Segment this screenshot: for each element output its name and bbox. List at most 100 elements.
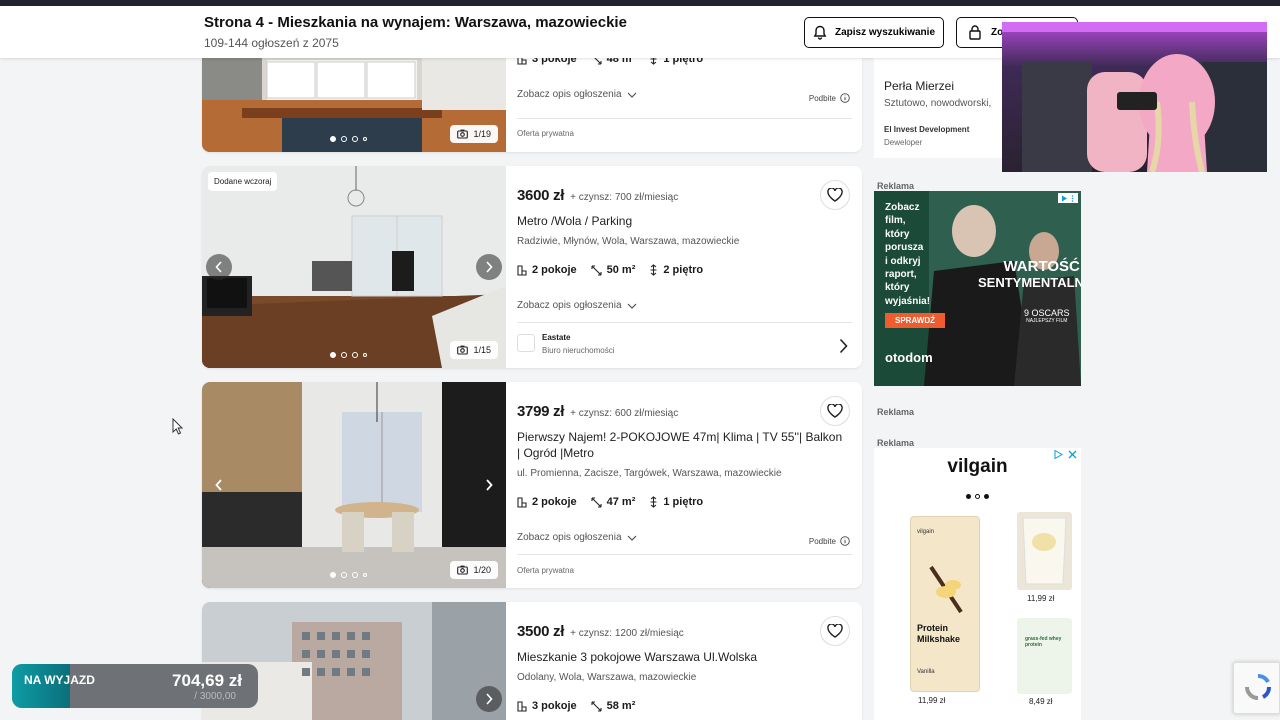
- save-search-label: Zapisz wyszukiwanie: [834, 27, 936, 38]
- photo-counter: 1/19: [450, 125, 498, 143]
- rooms-value: 3 pokoje: [532, 700, 577, 712]
- listing-card[interactable]: 1/20 3799 zł + czynsz: 600 zł/miesiąc Pie…: [202, 382, 862, 588]
- ad-label: Reklama: [877, 181, 915, 191]
- ad-label: Reklama: [877, 438, 915, 448]
- offer-type: Oferta prywatna: [517, 566, 574, 575]
- listing-price: 3799 zł + czynsz: 600 zł/miesiąc: [517, 403, 679, 420]
- listing-title[interactable]: Metro /Wola / Parking: [517, 213, 847, 229]
- kitchen-photo: [202, 382, 506, 588]
- chevron-left-icon: [215, 479, 222, 491]
- chevron-right-icon: [486, 261, 493, 273]
- movie-ad-cta-button[interactable]: SPRAWDŹ: [885, 313, 945, 328]
- rooms-icon: [517, 700, 527, 712]
- ad-choices-icon[interactable]: [1058, 193, 1078, 203]
- listing-rent: + czynsz: 700 zł/miesiąc: [570, 192, 679, 203]
- listing-card[interactable]: Dodane wczoraj 1/15 3600 zł + czynsz: 700…: [202, 166, 862, 368]
- results-count: 109-144 ogłoszeń z 2075: [204, 36, 339, 50]
- listing-info: 3600 zł + czynsz: 700 zł/miesiąc Metro /W…: [517, 166, 852, 368]
- developer-company: El Invest Development: [884, 125, 970, 134]
- carousel-dots[interactable]: [966, 494, 989, 499]
- vilgain-ad-banner[interactable]: vilgain vilgain Protein Milkshake Vanill…: [874, 448, 1081, 720]
- listing-rent: + czynsz: 600 zł/miesiąc: [570, 408, 679, 419]
- see-description-link[interactable]: Zobacz opis ogłoszenia: [517, 300, 637, 311]
- chevron-right-icon[interactable]: [839, 338, 848, 354]
- goal-amount: 704,69 zł: [172, 671, 242, 690]
- ad-play-icon: [1054, 450, 1063, 459]
- floor-value: 1 piętro: [663, 496, 704, 508]
- listing-photo[interactable]: Dodane wczoraj 1/15: [202, 166, 506, 368]
- photo-counter: 1/20: [450, 561, 498, 579]
- whey-product-image: grass-fed whey protein: [1017, 618, 1072, 694]
- next-photo-button[interactable]: [476, 686, 502, 712]
- recaptcha-badge[interactable]: [1233, 662, 1280, 714]
- divider: [517, 322, 852, 323]
- area-value: 58 m²: [606, 700, 636, 712]
- agency-name: Eastate: [542, 333, 571, 342]
- chevron-right-icon: [486, 693, 493, 705]
- ad-label: Reklama: [877, 407, 915, 417]
- rooms-value: 2 pokoje: [532, 264, 577, 276]
- see-description-link[interactable]: Zobacz opis ogłoszenia: [517, 532, 637, 543]
- mouse-cursor-icon: [172, 418, 184, 435]
- movie-ad-banner[interactable]: Zobacz film, który porusza i odkryj rapo…: [874, 191, 1081, 386]
- offer-type: Oferta prywatna: [517, 129, 574, 138]
- save-search-button[interactable]: Zapisz wyszukiwanie: [804, 17, 944, 48]
- product-price: 11,99 zł: [1027, 594, 1055, 603]
- developer-project-name: Perła Mierzei: [884, 79, 955, 93]
- lock-icon: [969, 25, 981, 40]
- rooms-icon: [517, 264, 527, 276]
- listing-title[interactable]: Pierwszy Najem! 2-POKOJOWE 47m| Klima | …: [517, 429, 847, 461]
- listing-photo[interactable]: 1/20: [202, 382, 506, 588]
- chevron-down-icon: [627, 92, 636, 98]
- film-title: WARTOŚĆ SENTYMENTALNA: [978, 258, 1081, 291]
- vanilla-icon: [929, 565, 963, 614]
- photo-dots: [330, 572, 367, 578]
- listing-info: 3500 zł + czynsz: 1200 zł/miesiąc Mieszka…: [517, 602, 852, 720]
- listing-price: 3500 zł + czynsz: 1200 zł/miesiąc: [517, 623, 684, 640]
- heart-icon: [827, 624, 843, 638]
- favorite-button[interactable]: [820, 180, 850, 210]
- goal-target: / 3000,00: [194, 691, 236, 702]
- next-photo-button[interactable]: [476, 472, 502, 498]
- main-product-price: 11,99 zł: [918, 696, 946, 705]
- floor-icon: [650, 264, 657, 276]
- divider: [517, 554, 852, 555]
- chevron-left-icon: [215, 261, 222, 273]
- ad-play-icon: [1062, 195, 1067, 201]
- next-photo-button[interactable]: [476, 254, 502, 280]
- favorite-button[interactable]: [820, 616, 850, 646]
- added-badge: Dodane wczoraj: [208, 172, 278, 191]
- vilgain-logo: vilgain: [947, 456, 1008, 477]
- webcam-overlay: [1002, 22, 1267, 172]
- area-icon: [591, 700, 602, 712]
- rooms-value: 2 pokoje: [532, 496, 577, 508]
- photo-counter: 1/15: [450, 341, 498, 359]
- info-icon[interactable]: [840, 536, 850, 546]
- listing-location: Radziwie, Młynów, Wola, Warszawa, mazowi…: [517, 236, 740, 247]
- close-icon[interactable]: [1068, 450, 1077, 459]
- floor-icon: [650, 496, 657, 508]
- heart-icon: [827, 188, 843, 202]
- living-room-photo: [202, 166, 506, 368]
- heart-icon: [827, 404, 843, 418]
- developer-location: Sztutowo, nowodworski,: [884, 98, 992, 109]
- info-icon[interactable]: [840, 93, 850, 103]
- rooms-icon: [517, 496, 527, 508]
- listing-price: 3600 zł + czynsz: 700 zł/miesiąc: [517, 187, 679, 204]
- see-description-link[interactable]: Zobacz opis ogłoszenia: [517, 89, 637, 100]
- divider: [517, 118, 852, 119]
- developer-type: Deweloper: [884, 138, 923, 147]
- listing-params: 3 pokoje 58 m²: [517, 700, 635, 712]
- listing-title[interactable]: Mieszkanie 3 pokojowe Warszawa Ul.Wolska: [517, 649, 847, 665]
- prev-photo-button[interactable]: [206, 254, 232, 280]
- camera-icon: [457, 345, 469, 355]
- chevron-right-icon: [486, 479, 493, 491]
- prev-photo-button[interactable]: [206, 472, 232, 498]
- favorite-button[interactable]: [820, 396, 850, 426]
- photo-dots: [330, 352, 367, 358]
- area-value: 50 m²: [606, 264, 636, 276]
- listing-rent: + czynsz: 1200 zł/miesiąc: [570, 628, 684, 639]
- listing-card[interactable]: 3500 zł + czynsz: 1200 zł/miesiąc Mieszka…: [202, 602, 862, 720]
- chips-bag-icon: [1022, 517, 1067, 585]
- ad-controls[interactable]: [1054, 450, 1077, 459]
